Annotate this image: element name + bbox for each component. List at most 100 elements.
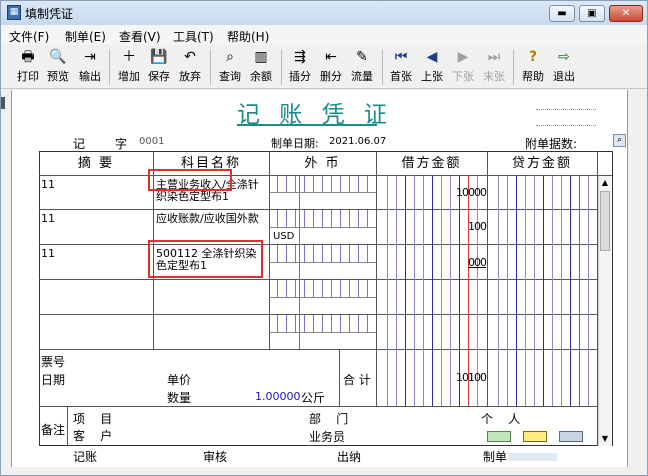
balance-label: 余额 (250, 70, 272, 83)
voucher-date[interactable]: 2021.06.07 (329, 136, 386, 147)
voucher-grid (39, 151, 613, 446)
exit-label: 退出 (553, 70, 575, 83)
exit-button[interactable]: ⇨ 退出 (549, 47, 579, 87)
insert-entry-button[interactable]: ⇶ 插分 (285, 47, 315, 87)
digit-line (588, 176, 589, 406)
attachments-label: 附单据数: (525, 137, 578, 151)
preview-icon: 🔍 (49, 49, 67, 65)
date-label: 制单日期: (271, 137, 319, 150)
detail-icon[interactable] (523, 431, 547, 442)
digit-line (441, 176, 442, 406)
grid-line (67, 406, 68, 446)
row1-debit[interactable]: 10000 (451, 187, 487, 199)
dotted-mark (536, 125, 596, 126)
digit-line (570, 176, 571, 406)
grid-line (269, 227, 376, 228)
delete-row-icon: ⇤ (325, 49, 337, 65)
grid-line (39, 406, 597, 407)
next-voucher-button[interactable]: ▶ 下张 (448, 47, 478, 87)
scroll-up-arrow-icon[interactable]: ▲ (599, 177, 611, 189)
cash-flow-label: 流量 (351, 70, 373, 83)
prev-icon: ◀ (426, 49, 438, 65)
grid-line (269, 332, 376, 333)
prev-voucher-label: 上张 (421, 70, 443, 83)
help-icon: ? (528, 49, 538, 65)
minimize-button[interactable]: ▬ (549, 5, 575, 22)
maximize-button[interactable]: ▣ (579, 5, 605, 22)
preparer-value (509, 453, 557, 461)
next-voucher-label: 下张 (452, 70, 474, 83)
toolbar-divider (281, 49, 282, 85)
discard-button[interactable]: ↶ 放弃 (175, 47, 205, 87)
person-label: 个 人 (481, 412, 521, 426)
help-label: 帮助 (522, 70, 544, 83)
department-label: 部 门 (309, 412, 349, 426)
row2-summary[interactable]: 11 (41, 213, 55, 225)
row1-summary[interactable]: 11 (41, 179, 55, 191)
title-bar: ▦ 填制凭证 ▬ ▣ ✕ (1, 1, 647, 25)
menu-tools[interactable]: 工具(T) (173, 28, 214, 45)
query-detail-icon[interactable] (559, 431, 583, 442)
digit-line (507, 176, 508, 406)
highlight-box (148, 240, 263, 278)
undo-icon: ↶ (184, 49, 196, 65)
toolbar-divider (382, 49, 383, 85)
save-button[interactable]: 💾 保存 (144, 47, 174, 87)
print-button[interactable]: 🖶 打印 (13, 47, 43, 87)
first-voucher-label: 首张 (390, 70, 412, 83)
row2-debit[interactable]: 100 (451, 221, 487, 233)
balance-button[interactable]: ▥ 余额 (246, 47, 276, 87)
row2-currency[interactable]: USD (273, 231, 294, 243)
last-voucher-label: 末张 (483, 70, 505, 83)
preview-button[interactable]: 🔍 预览 (43, 47, 73, 87)
digit-line (534, 176, 535, 406)
scroll-down-arrow-icon[interactable]: ▼ (599, 433, 611, 445)
menu-voucher[interactable]: 制单(E) (65, 28, 106, 45)
insert-row-icon: ⇶ (294, 49, 306, 65)
foreign-digits (269, 176, 376, 192)
digit-line (525, 176, 526, 406)
app-icon: ▦ (7, 5, 21, 20)
foreign-digits (269, 245, 376, 262)
digit-line (579, 176, 580, 406)
attachment-lookup-icon[interactable]: ⌕ (613, 134, 626, 147)
card-icon[interactable] (487, 431, 511, 442)
help-button[interactable]: ? 帮助 (518, 47, 548, 87)
digit-line (432, 176, 433, 406)
quantity-value[interactable]: 1.00000 (255, 390, 301, 403)
digit-line (552, 176, 553, 406)
toolbar-divider (513, 49, 514, 85)
menu-view[interactable]: 查看(V) (119, 28, 161, 45)
bill-date-label: 日期 (41, 373, 66, 387)
last-voucher-button[interactable]: ⏭ 末张 (479, 47, 509, 87)
scroll-thumb[interactable] (600, 191, 610, 251)
add-button[interactable]: ＋ 增加 (114, 47, 144, 87)
row3-summary[interactable]: 11 (41, 248, 55, 260)
foreign-digits (269, 315, 376, 332)
query-button[interactable]: ⌕ 查询 (215, 47, 245, 87)
row2-account[interactable]: 应收账款/应收国外款 (156, 213, 266, 225)
delete-entry-button[interactable]: ⇤ 删分 (316, 47, 346, 87)
prev-voucher-button[interactable]: ◀ 上张 (417, 47, 447, 87)
first-voucher-button[interactable]: ⏮ 首张 (386, 47, 416, 87)
dotted-mark (536, 109, 596, 110)
export-button[interactable]: ⇥ 输出 (75, 47, 105, 87)
menu-help[interactable]: 帮助(H) (227, 28, 269, 45)
project-label: 项 目 (73, 412, 113, 426)
grid-line (339, 349, 340, 406)
header-credit: 贷方金额 (511, 156, 572, 171)
cash-flow-button[interactable]: ✎ 流量 (347, 47, 377, 87)
last-icon: ⏭ (487, 49, 501, 65)
menu-bar: 文件(F) 制单(E) 查看(V) 工具(T) 帮助(H) (1, 25, 647, 45)
preview-label: 预览 (47, 70, 69, 83)
digit-line (414, 176, 415, 406)
digit-line (387, 176, 388, 406)
signature-bookkeeper: 记账 (73, 450, 98, 464)
row3-debit[interactable]: 000 (451, 257, 487, 269)
signature-cashier: 出纳 (337, 450, 362, 464)
total-label: 合 计 (343, 373, 371, 387)
voucher-number[interactable]: 0001 (139, 136, 164, 147)
grid-line (39, 349, 597, 350)
close-button[interactable]: ✕ (609, 5, 643, 22)
menu-file[interactable]: 文件(F) (9, 28, 49, 45)
